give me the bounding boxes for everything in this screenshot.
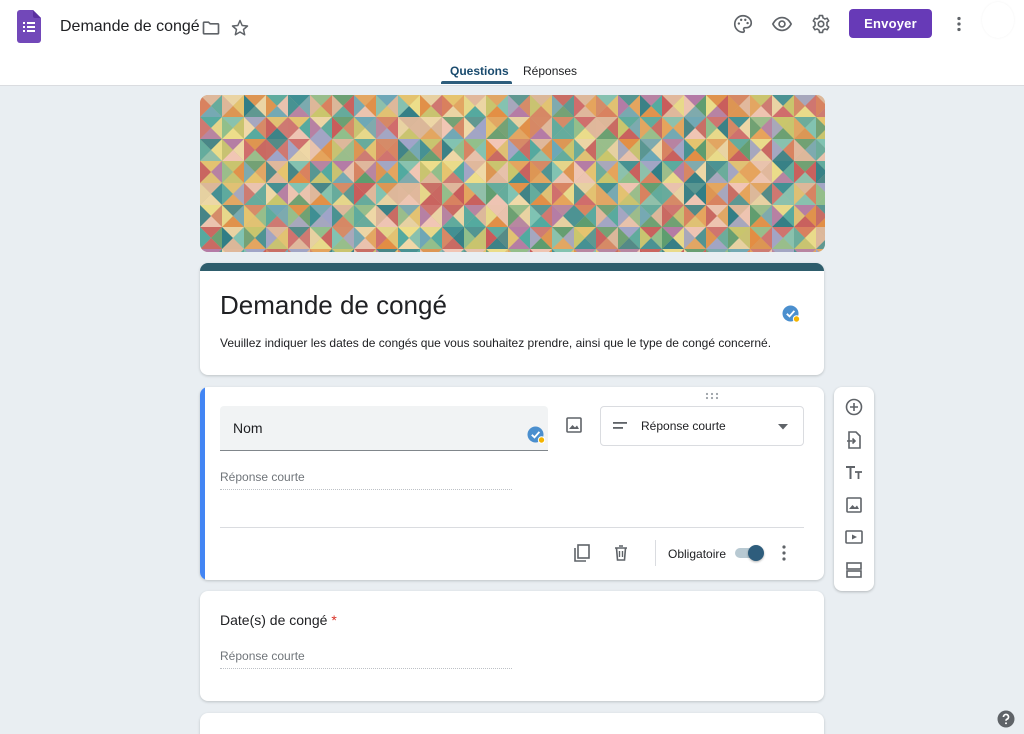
- banner-tile-920: [640, 249, 662, 252]
- banner-tile-932: [706, 249, 728, 252]
- banner-tile-848: [244, 249, 266, 252]
- banner-tile-864: [332, 249, 354, 252]
- banner-tile-840: [200, 249, 222, 252]
- banner-tile-904: [552, 249, 574, 252]
- active-question-indicator: [200, 387, 205, 580]
- banner-tile-844: [222, 249, 244, 252]
- add-image-icon[interactable]: [844, 495, 864, 515]
- star-icon[interactable]: [230, 18, 250, 38]
- banner-tile-928: [684, 249, 706, 252]
- drag-handle-icon[interactable]: [705, 392, 719, 400]
- banner-tile-916: [618, 249, 640, 252]
- add-title-icon[interactable]: [844, 463, 864, 483]
- question-title-text: Nom: [233, 420, 263, 436]
- question-card-active[interactable]: Nom Réponse courte Réponse courte Obliga…: [200, 387, 824, 580]
- answer-placeholder: Réponse courte: [220, 470, 512, 490]
- footer-separator: [655, 540, 656, 566]
- banner-tile-912: [596, 249, 618, 252]
- question-title-input[interactable]: Nom: [220, 406, 548, 451]
- tab-responses[interactable]: Réponses: [523, 64, 577, 78]
- question-more-vert-icon[interactable]: [778, 544, 790, 562]
- banner-tile-940: [750, 249, 772, 252]
- banner-tile-856: [288, 249, 310, 252]
- settings-gear-icon[interactable]: [810, 13, 832, 35]
- banner-tile-892: [486, 249, 508, 252]
- banner-tile-872: [376, 249, 398, 252]
- send-button[interactable]: Envoyer: [849, 9, 932, 38]
- import-questions-icon[interactable]: [844, 430, 864, 450]
- floating-toolbar: [834, 387, 874, 591]
- folder-icon[interactable]: [201, 18, 221, 38]
- header-banner-image: [200, 95, 825, 252]
- footer-divider: [220, 527, 804, 528]
- answer-placeholder: Réponse courte: [220, 649, 512, 669]
- delete-trash-icon[interactable]: [611, 543, 631, 563]
- add-question-icon[interactable]: [844, 397, 864, 417]
- top-bar: Demande de congé Envoyer Questions Répon…: [0, 0, 1024, 86]
- verified-check-icon: [782, 305, 800, 323]
- banner-tile-880: [420, 249, 442, 252]
- question-type-dropdown[interactable]: Réponse courte: [600, 406, 804, 446]
- required-toggle[interactable]: [733, 545, 765, 561]
- question-title: Date(s) de congé *: [220, 612, 337, 628]
- form-title[interactable]: Demande de congé: [220, 290, 447, 321]
- forms-logo-icon[interactable]: [17, 10, 41, 43]
- required-asterisk: *: [331, 612, 337, 628]
- banner-tile-868: [354, 249, 376, 252]
- banner-tile-908: [574, 249, 596, 252]
- form-description[interactable]: Veuillez indiquer les dates de congés qu…: [220, 336, 771, 350]
- question-title-text: Date(s) de congé: [220, 612, 328, 628]
- banner-tile-884: [442, 249, 464, 252]
- banner-tile-944: [772, 249, 794, 252]
- add-video-icon[interactable]: [844, 527, 864, 547]
- more-vert-icon[interactable]: [948, 13, 970, 35]
- document-title[interactable]: Demande de congé: [60, 18, 200, 36]
- active-tab-indicator: [441, 81, 512, 84]
- banner-tile-948: [794, 249, 816, 252]
- add-section-icon[interactable]: [844, 560, 864, 580]
- banner-tile-900: [530, 249, 552, 252]
- chevron-down-icon: [778, 424, 788, 430]
- duplicate-icon[interactable]: [572, 543, 592, 563]
- palette-icon[interactable]: [732, 13, 754, 35]
- add-image-icon[interactable]: [565, 416, 583, 434]
- help-icon[interactable]: [997, 710, 1015, 728]
- geometric-pattern-image: [200, 95, 825, 252]
- required-label: Obligatoire: [668, 547, 727, 561]
- question-card[interactable]: Date(s) de congé * Réponse courte: [200, 591, 824, 701]
- theme-accent-bar: [200, 263, 824, 271]
- verified-check-icon: [527, 426, 545, 444]
- tabs-bar: Questions Réponses: [0, 60, 1024, 86]
- banner-tile-936: [728, 249, 750, 252]
- question-card[interactable]: [200, 713, 824, 734]
- toggle-knob: [748, 545, 764, 561]
- banner-tile-852: [266, 249, 288, 252]
- preview-eye-icon[interactable]: [771, 13, 793, 35]
- banner-tile-924: [662, 249, 684, 252]
- form-title-card: Demande de congé Veuillez indiquer les d…: [200, 263, 824, 375]
- banner-tile-876: [398, 249, 420, 252]
- question-type-value: Réponse courte: [641, 419, 726, 433]
- avatar[interactable]: [982, 2, 1014, 38]
- tab-questions[interactable]: Questions: [450, 64, 509, 78]
- banner-tile-860: [310, 249, 332, 252]
- banner-tile-896: [508, 249, 530, 252]
- short-text-icon: [613, 422, 627, 429]
- banner-tile-888: [464, 249, 486, 252]
